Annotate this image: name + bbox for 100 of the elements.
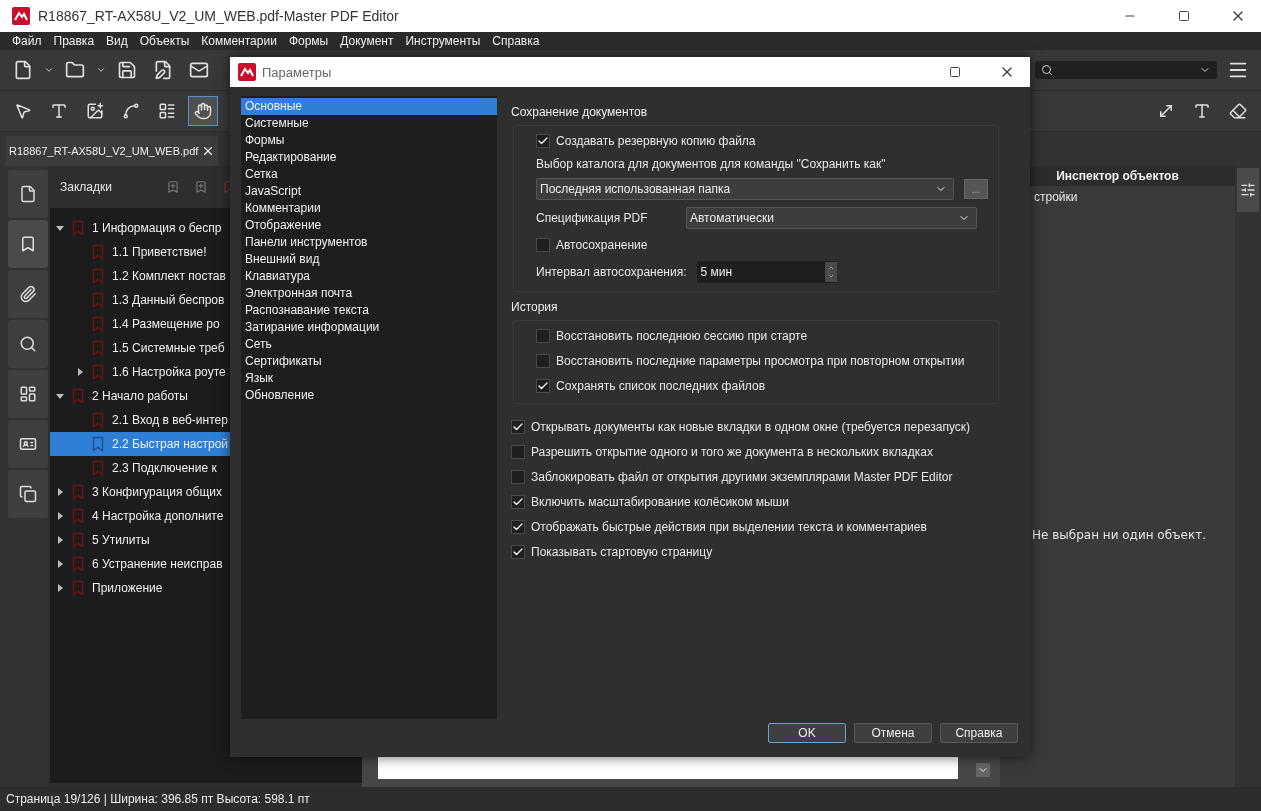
document-tab[interactable]: R18867_RT-AX58U_V2_UM_WEB.pdf bbox=[6, 136, 219, 166]
form-icon bbox=[158, 102, 176, 120]
page-panel-tab[interactable] bbox=[8, 170, 48, 218]
scroll-down-button[interactable] bbox=[976, 763, 990, 777]
copy-icon bbox=[19, 485, 37, 503]
search-icon bbox=[1041, 64, 1053, 76]
bookmark-icon bbox=[72, 220, 84, 236]
checkbox[interactable] bbox=[511, 495, 525, 509]
bookmark-icon bbox=[92, 292, 104, 308]
search-panel-tab[interactable] bbox=[8, 320, 48, 368]
bookmark-icon bbox=[72, 388, 84, 404]
bookmark-label: 1.3 Данный беспров bbox=[112, 293, 225, 307]
page-icon bbox=[19, 185, 37, 203]
bookmark-row[interactable]: 3 Конфигурация общих bbox=[50, 480, 362, 504]
document-icon bbox=[13, 60, 33, 80]
bookmark-icon bbox=[72, 532, 84, 548]
category-item[interactable]: Панели инструментов bbox=[241, 234, 497, 251]
category-item[interactable]: Клавиатура bbox=[241, 268, 497, 285]
checkbox[interactable] bbox=[511, 470, 525, 484]
category-item[interactable]: Распознавание текста bbox=[241, 302, 497, 319]
category-item[interactable]: Формы bbox=[241, 132, 497, 149]
category-item[interactable]: Внешний вид bbox=[241, 251, 497, 268]
dialog-button[interactable]: OK bbox=[768, 723, 846, 743]
bookmark-label: 1.4 Размещение ро bbox=[112, 317, 220, 331]
caret-icon[interactable] bbox=[44, 65, 54, 75]
hand-tool-button[interactable] bbox=[188, 96, 218, 126]
bookmark-label: 2 Начало работы bbox=[92, 389, 188, 403]
sliders-icon bbox=[1240, 182, 1256, 198]
menu-item[interactable]: Справка bbox=[486, 34, 546, 48]
folder-dropdown[interactable]: Последняя использованная папка bbox=[536, 178, 954, 200]
checkbox[interactable] bbox=[536, 354, 550, 368]
properties-tab[interactable] bbox=[1237, 168, 1259, 212]
spin-arrows-icon[interactable] bbox=[824, 262, 837, 282]
bookmark-label: 3 Конфигурация общих bbox=[92, 485, 222, 499]
checkbox-label: Создавать резервную копию файла bbox=[556, 134, 756, 148]
field-label: Интервал автосохранения: bbox=[536, 265, 687, 279]
category-item[interactable]: Системные bbox=[241, 115, 497, 132]
app-logo-icon bbox=[238, 63, 256, 81]
caret-icon[interactable] bbox=[96, 65, 106, 75]
menu-item[interactable]: Комментарии bbox=[195, 34, 283, 48]
bookmark-row[interactable]: 6 Устранение неисправ bbox=[50, 552, 362, 576]
menu-item[interactable]: Объекты bbox=[133, 34, 196, 48]
pdf-spec-dropdown[interactable]: Автоматически bbox=[686, 207, 977, 229]
category-item[interactable]: Затирание информации bbox=[241, 319, 497, 336]
category-item[interactable]: Язык bbox=[241, 370, 497, 387]
menu-item[interactable]: Файл bbox=[6, 34, 48, 48]
bookmark-row[interactable]: 2.3 Подключение к bbox=[50, 456, 362, 480]
category-item[interactable]: Отображение bbox=[241, 217, 497, 234]
bookmark-label: Приложение bbox=[92, 581, 163, 595]
category-item[interactable]: JavaScript bbox=[241, 183, 497, 200]
layout-panel-tab[interactable] bbox=[8, 370, 48, 418]
checkbox[interactable] bbox=[536, 329, 550, 343]
shape-icon bbox=[122, 102, 140, 120]
dialog-button[interactable]: Отмена bbox=[854, 723, 932, 743]
menu-item[interactable]: Документ bbox=[334, 34, 400, 48]
card-panel-tab[interactable] bbox=[8, 420, 48, 468]
interval-spinbox[interactable]: 5 мин bbox=[696, 261, 837, 283]
bookmark-label: 1.6 Настройка роуте bbox=[112, 365, 226, 379]
bookmark-label: 2.3 Подключение к bbox=[112, 461, 217, 475]
category-item[interactable]: Основные bbox=[241, 98, 497, 115]
copy-panel-tab[interactable] bbox=[8, 470, 48, 518]
menu-item[interactable]: Вид bbox=[100, 34, 134, 48]
bookmark-row[interactable]: 4 Настройка дополните bbox=[50, 504, 362, 528]
checkbox[interactable] bbox=[511, 545, 525, 559]
bookmark-panel-tab[interactable] bbox=[8, 220, 48, 268]
category-item[interactable]: Сертификаты bbox=[241, 353, 497, 370]
checkbox[interactable] bbox=[536, 134, 550, 148]
menu-item[interactable]: Инструменты bbox=[399, 34, 487, 48]
checkbox[interactable] bbox=[536, 238, 550, 252]
attachment-icon bbox=[19, 285, 37, 303]
bookmark-row[interactable]: Приложение bbox=[50, 576, 362, 600]
image-icon bbox=[86, 102, 104, 120]
add-bookmark-icon[interactable] bbox=[194, 180, 208, 194]
bookmark-icon bbox=[92, 244, 104, 260]
bookmark-row[interactable]: 2.1 Вход в веб-интер bbox=[50, 408, 362, 432]
dropdown-value: Автоматически bbox=[690, 211, 774, 225]
tab-label: R18867_RT-AX58U_V2_UM_WEB.pdf bbox=[9, 145, 199, 157]
text-icon bbox=[1193, 102, 1211, 120]
category-item[interactable]: Электронная почта bbox=[241, 285, 497, 302]
bookmark-icon bbox=[92, 268, 104, 284]
category-item[interactable]: Обновление bbox=[241, 387, 497, 404]
checkbox[interactable] bbox=[511, 520, 525, 534]
checkbox-label: Разрешить открытие одного и того же документа в нескольких вкладках bbox=[531, 445, 933, 459]
bookmark-row[interactable]: 5 Утилиты bbox=[50, 528, 362, 552]
category-item[interactable]: Сетка bbox=[241, 166, 497, 183]
dialog-button[interactable]: Справка bbox=[940, 723, 1018, 743]
checkbox[interactable] bbox=[536, 379, 550, 393]
category-item[interactable]: Сеть bbox=[241, 336, 497, 353]
hand-icon bbox=[194, 102, 212, 120]
maximize-icon bbox=[1178, 10, 1190, 22]
menu-item[interactable]: Правка bbox=[47, 34, 101, 48]
bookmark-icon bbox=[92, 460, 104, 476]
menu-item[interactable]: Формы bbox=[282, 34, 335, 48]
category-item[interactable]: Комментарии bbox=[241, 200, 497, 217]
add-bookmark-icon[interactable] bbox=[166, 180, 180, 194]
attachment-panel-tab[interactable] bbox=[8, 270, 48, 318]
checkbox[interactable] bbox=[511, 445, 525, 459]
search-field[interactable] bbox=[1035, 61, 1217, 79]
checkbox[interactable] bbox=[511, 420, 525, 434]
category-item[interactable]: Редактирование bbox=[241, 149, 497, 166]
